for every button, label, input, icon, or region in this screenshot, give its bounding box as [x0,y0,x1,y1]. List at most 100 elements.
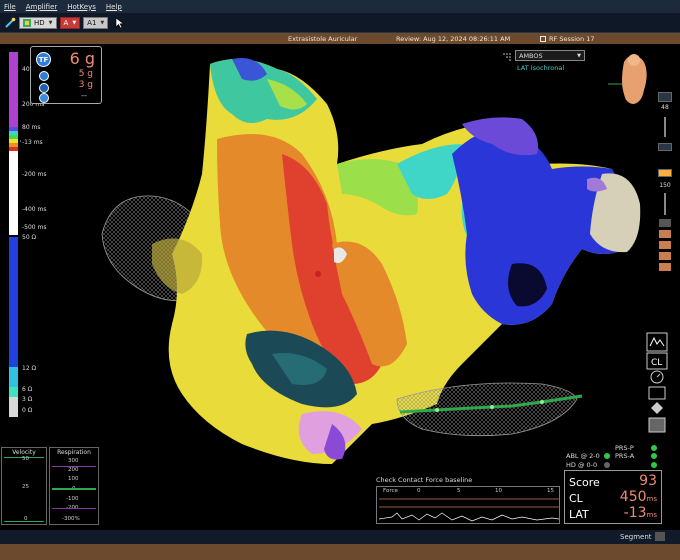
lat-value: -13 [623,505,647,521]
channel-a-value: A [63,18,69,27]
zoom-up-button[interactable] [658,92,672,102]
map-type-icon [23,18,31,27]
cl-label: CL [569,492,583,505]
map-select-value: HD [34,18,45,27]
respiration-trace [52,488,96,490]
bottom-bar: Segment [0,530,680,544]
pointer-tool-icon[interactable] [115,16,125,29]
prs-a-status-dot [651,453,657,459]
lat-unit: ms [646,511,657,519]
session-label: RF Session 17 [540,35,594,43]
menu-bar: File Amplifier HotKeys Help [0,0,680,13]
velocity-bottom-line [4,521,44,522]
mode-icons[interactable]: CL [646,332,668,436]
chevron-down-icon: ▼ [100,19,105,26]
cl-value-group: 450ms [620,489,657,505]
zoom-level-1: 48 [661,104,669,111]
cl-value: 450 [619,489,647,505]
scale-label-minus13: -13 ms [22,139,43,146]
channel-a1-select[interactable]: A1 ▼ [83,16,109,29]
map-viewport[interactable] [42,44,644,530]
record-status-dot [651,462,657,468]
scale-label-0ohm: 0 Ω [22,407,33,414]
velocity-mid-label: 25 [22,484,29,490]
scale-label-80: 80 ms [22,124,41,131]
force-value: 6 g [69,49,95,68]
grid-dots-icon[interactable] [502,52,512,62]
menu-hotkeys[interactable]: HotKeys [67,3,96,11]
force-value-3: 3 g [78,80,93,90]
force-direction-icon [39,71,49,81]
scale-label-50ohm: 50 Ω [22,234,37,241]
svg-text:CL: CL [651,358,662,368]
resp-label-minus300: -300% [62,516,80,522]
force-value-2: 5 g [78,69,93,79]
zoom-slider-1[interactable] [664,117,666,137]
view-head-3-icon[interactable] [659,252,671,260]
score-value: 93 [639,473,657,489]
catheter-icon[interactable] [4,17,16,29]
lat-value-group: -13ms [624,505,657,521]
resp-label-100: 100 [68,476,79,482]
view-head-1-icon[interactable] [659,230,671,238]
tf-icon: TF [36,52,51,67]
chevron-down-icon: ▼ [72,19,77,26]
velocity-title: Velocity [12,449,36,456]
session-text: RF Session 17 [549,34,595,43]
toolbar: HD ▼ A ▼ A1 ▼ [0,13,680,33]
zoom-reset-button[interactable] [658,143,672,151]
score-label: Score [569,476,600,489]
cl-unit: ms [646,495,657,503]
menu-amplifier[interactable]: Amplifier [26,3,58,11]
velocity-top-label: 50 [22,456,29,462]
velocity-panel: Velocity 50 25 0 [1,447,47,525]
lat-label: LAT [569,508,589,521]
respiration-title: Respiration [57,449,91,456]
map-name: Extrasistole Auricular [288,34,358,43]
segment-label: Segment [620,533,652,541]
map-mode-label: LAT Isochronal [517,64,565,72]
scale-label-minus500: -500 ms [22,224,47,231]
status-bar: Extrasistole Auricular Review: Aug 12, 2… [0,33,680,44]
force-panel-title: Check Contact Force baseline [376,476,473,484]
map-select[interactable]: HD ▼ [19,16,57,29]
prs-p-status-dot [651,445,657,451]
view-head-2-icon[interactable] [659,241,671,249]
segment-toggle[interactable] [655,532,665,541]
scale-label-6ohm: 6 Ω [22,386,33,393]
contact-force-box: TF 6 g 5 g 3 g -- [30,46,102,104]
force-dash: -- [81,91,87,100]
abl-status-dot [604,453,610,459]
resp-label-minus100: -100 [66,496,79,502]
scale-label-minus400: -400 ms [22,206,47,213]
right-toolbar: 48 150 [658,92,672,274]
view-select-value: AMBOS [519,51,543,60]
zoom-slider-2[interactable] [664,193,666,215]
play-button[interactable] [658,169,672,177]
hd-label: HD @ 0-0 [566,461,598,469]
lat-color-scale[interactable] [7,52,21,417]
atrium-map[interactable] [42,44,644,530]
review-timestamp: Review: Aug 12, 2024 08:26:11 AM [396,34,511,43]
session-icon [540,35,546,42]
resp-lower-limit [52,508,96,509]
scale-label-minus200: -200 ms [22,171,47,178]
view-select[interactable]: AMBOS ▼ [515,50,585,61]
force-trace [378,498,560,522]
channel-a1-value: A1 [87,18,97,27]
resp-upper-limit [52,466,96,467]
score-panel: Score 93 CL 450ms LAT -13ms [564,470,662,524]
prs-p-label: PRS-P [615,444,634,452]
orientation-torso-icon[interactable] [606,50,652,110]
lock-icon[interactable] [659,219,671,227]
channel-a-select[interactable]: A ▼ [59,16,81,29]
hd-status-dot [604,462,610,468]
prs-a-label: PRS-A [615,452,635,460]
force-settings-icon [39,93,49,103]
view-head-4-icon[interactable] [659,263,671,271]
menu-help[interactable]: Help [106,3,122,11]
resp-label-300: 300 [68,458,79,464]
force-panel: Force 0 5 10 15 [376,486,560,524]
menu-file[interactable]: File [4,3,16,11]
respiration-panel: Respiration 300 200 100 0 -100 -200 -300… [49,447,99,525]
